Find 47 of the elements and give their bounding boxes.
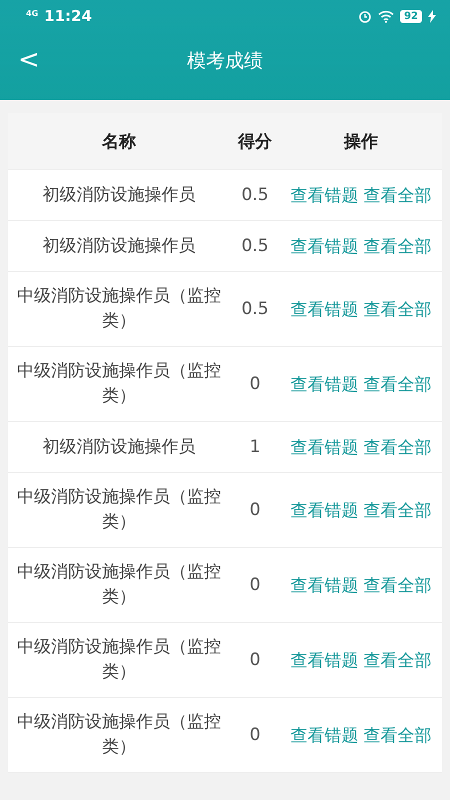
exam-name: 中级消防设施操作员（监控类） [16,360,222,408]
score-value: 0 [248,500,262,520]
action-link[interactable]: 查看全部 [364,648,432,672]
back-button[interactable]: < [12,44,46,76]
score-value: 0 [248,575,262,595]
action-link[interactable]: 查看错题 [290,498,358,522]
score-value: 0 [248,374,262,394]
action-link[interactable]: 查看错题 [290,234,358,258]
column-header: 名称 [100,130,137,152]
action-link[interactable]: 查看错题 [290,724,358,746]
exam-name: 中级消防设施操作员（监控类） [16,561,222,609]
action-link[interactable]: 查看全部 [364,234,432,258]
action-link[interactable]: 查看全部 [364,574,432,596]
wifi-icon [378,10,394,22]
exam-name: 初级消防设施操作员 [42,234,196,258]
score-value: 0 [248,725,262,745]
exam-name: 中级消防设施操作员（监控类） [16,711,222,759]
battery-level: 92 [400,10,422,22]
exam-name: 中级消防设施操作员（监控类） [16,486,222,534]
score-value: 0.5 [240,299,270,319]
exam-name: 中级消防设施操作员（监控类） [16,636,222,684]
page-title: 模考成绩 [187,49,263,74]
column-header: 得分 [236,130,273,152]
action-link[interactable]: 查看错题 [290,574,358,596]
score-value: 1 [248,437,262,457]
action-link[interactable]: 查看全部 [364,184,432,206]
column-header: 操作 [342,130,379,152]
score-value: 0.5 [240,236,270,256]
charging-icon [428,10,436,22]
action-link[interactable]: 查看错题 [290,184,358,206]
action-link[interactable]: 查看全部 [364,724,432,746]
action-link[interactable]: 查看错题 [290,436,358,458]
action-link[interactable]: 查看全部 [364,298,432,320]
action-link[interactable]: 查看错题 [290,372,358,396]
network-label: 4G [26,9,38,18]
action-link[interactable]: 查看错题 [290,298,358,320]
score-value: 0.5 [240,185,270,205]
action-link[interactable]: 查看全部 [364,436,432,458]
exam-name: 中级消防设施操作员（监控类） [16,285,222,333]
action-link[interactable]: 查看全部 [364,498,432,522]
alarm-icon [358,9,372,23]
action-link[interactable]: 查看错题 [290,648,358,672]
exam-name: 初级消防设施操作员 [42,184,196,206]
score-value: 0 [248,650,262,670]
action-link[interactable]: 查看全部 [364,372,432,396]
exam-name: 初级消防设施操作员 [42,436,196,458]
clock-time: 11:24 [44,7,92,25]
